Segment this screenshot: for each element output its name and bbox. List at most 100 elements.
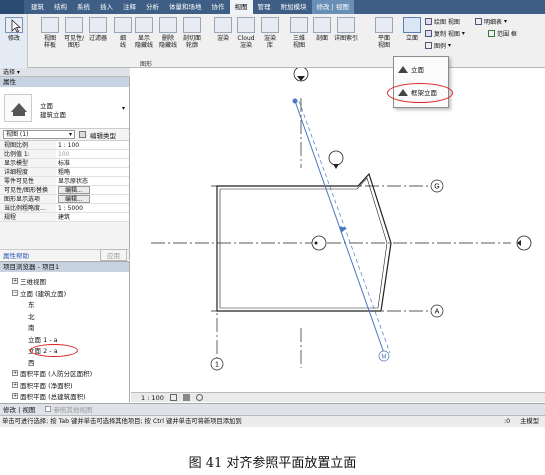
highlight-oval-menu — [387, 83, 453, 103]
legend-icon — [425, 42, 432, 49]
elevation-marker-center-dot — [314, 241, 318, 245]
property-value[interactable]: 编辑... — [56, 195, 129, 203]
browser-item[interactable]: 南 — [28, 322, 35, 332]
status-bar: 单击可进行选择; 按 Tab 键并单击可选择其他项目; 按 Ctrl 键并单击可… — [0, 415, 545, 427]
property-value[interactable]: 100 — [56, 150, 129, 158]
tab-8[interactable]: 视图 — [229, 0, 253, 14]
property-value[interactable]: 编辑... — [56, 186, 129, 194]
browser-item[interactable]: 西 — [28, 357, 35, 367]
tab-7[interactable]: 协作 — [207, 0, 230, 14]
edit-button[interactable]: 编辑... — [58, 195, 90, 203]
model-select[interactable]: 主模型 — [520, 416, 539, 427]
tab-10[interactable]: 附加模块 — [276, 0, 312, 14]
modify-button[interactable]: 修改 — [0, 17, 28, 61]
expand-icon[interactable]: + — [12, 393, 18, 399]
chevron-down-icon: ▾ — [68, 131, 72, 138]
expand-icon[interactable]: + — [12, 370, 18, 376]
duplicate-view-button[interactable]: 复制 视图 ▾ — [425, 29, 465, 38]
chevron-down-icon: ▾ — [461, 30, 465, 37]
tab-6[interactable]: 体量和场地 — [164, 0, 207, 14]
property-value[interactable]: 显示原状态 — [56, 177, 129, 185]
options-bar-context: 修改 | 视图 — [3, 406, 36, 414]
visual-style-icon[interactable] — [182, 394, 190, 401]
expand-icon[interactable]: + — [12, 278, 18, 284]
tab-4[interactable]: 注释 — [118, 0, 141, 14]
edit-type-button[interactable]: 编辑类型 — [90, 130, 116, 140]
schedules-button[interactable]: 明细表 ▾ — [475, 17, 507, 26]
duplicate-view-icon — [425, 30, 432, 37]
elevation-icon — [398, 65, 408, 73]
drafting-view-button[interactable]: 绘图 视图 — [425, 17, 460, 26]
ribbon-button-label: 视图 样板 — [43, 35, 56, 49]
ribbon-button-cut-profile[interactable]: 剖切面 轮廓 — [176, 17, 208, 61]
application-menu-button[interactable] — [0, 0, 24, 14]
checkbox-icon[interactable] — [45, 406, 52, 412]
ribbon-button-label: 渲染 库 — [263, 35, 276, 49]
visibility-graphics-icon — [65, 17, 83, 33]
browser-item[interactable]: 立面 1 - a — [28, 334, 58, 344]
property-row: 零件可见性 显示原状态 — [0, 177, 129, 186]
browser-item-label: 南 — [28, 324, 35, 332]
browser-item-label: 东 — [28, 301, 35, 309]
browser-item-label: 面积平面 (人防分区面积) — [20, 370, 93, 378]
tab-3[interactable]: 插入 — [95, 0, 118, 14]
collapse-icon[interactable]: − — [12, 289, 18, 296]
menu-item-elevation[interactable]: 立面 — [398, 64, 424, 74]
browser-item[interactable]: − 立面 (建筑立面) — [12, 288, 66, 298]
property-name: 零件可见性 — [0, 177, 56, 185]
scope-box-button[interactable]: 范围 框 — [488, 29, 517, 38]
property-row: 视图比例 1 : 100 — [0, 141, 129, 150]
browser-item[interactable]: + 面积平面 (总建筑面积) — [12, 391, 86, 401]
property-value[interactable]: 1 : 5000 — [56, 204, 129, 212]
floor-plan-canvas[interactable]: G A 1 M — [131, 66, 545, 392]
tab-1[interactable]: 结构 — [49, 0, 72, 14]
drawing-view[interactable]: G A 1 M — [131, 66, 545, 392]
view-scale[interactable]: 1 : 100 — [141, 393, 164, 402]
property-value[interactable]: 建筑 — [56, 213, 129, 221]
sun-path-icon[interactable] — [195, 394, 203, 401]
highlight-oval-browser — [30, 344, 78, 357]
selection-panel-label[interactable]: 选择 ▾ — [0, 68, 130, 77]
drafting-view-icon — [425, 18, 432, 25]
grid-label-1: 1 — [215, 362, 219, 369]
browser-item[interactable]: + 面积平面 (净面积) — [12, 380, 73, 390]
property-value[interactable]: 粗略 — [56, 168, 129, 176]
property-value[interactable]: 标准 — [56, 159, 129, 167]
properties-help-link[interactable]: 属性帮助 — [3, 250, 29, 260]
tab-2[interactable]: 系统 — [72, 0, 95, 14]
tab-0[interactable]: 建筑 — [26, 0, 49, 14]
instance-filter-select[interactable]: 视图 (1) ▾ — [3, 130, 75, 139]
elevation-marker-new[interactable] — [328, 150, 344, 166]
instance-filter-value: 视图 (1) — [6, 131, 29, 138]
apply-button[interactable]: 应用 — [100, 249, 127, 261]
tab-5[interactable]: 分析 — [141, 0, 164, 14]
schedule-icon — [475, 18, 482, 25]
type-selector[interactable]: 立面 建筑立面 ▾ — [0, 87, 129, 129]
browser-item[interactable]: + 三维视图 — [12, 276, 46, 286]
drafting-view-label: 绘图 视图 — [434, 19, 460, 26]
reference-other-view-option[interactable]: 参照其他视图 — [45, 404, 92, 415]
elevation-marker-center[interactable] — [311, 235, 327, 251]
ribbon: 修改 视图 样板 可见性/ 图形 过滤器 细 线 显示 隐藏线 删除 隐藏线 剖切面 轮廓 渲… — [0, 14, 545, 68]
edit-button[interactable]: 编辑... — [58, 186, 90, 194]
ribbon-button-render-gallery[interactable]: 渲染 库 — [254, 17, 286, 61]
ribbon-button-label: 剖面 — [315, 35, 328, 42]
wall-outline-outer[interactable] — [216, 172, 392, 312]
detail-level-icon[interactable] — [169, 394, 177, 401]
ribbon-button-elevation[interactable]: 立面 — [396, 17, 428, 61]
elevation-direction-arrow[interactable] — [339, 226, 347, 233]
property-value[interactable]: 1 : 100 — [56, 141, 129, 149]
browser-item[interactable]: + 面积平面 (人防分区面积) — [12, 368, 92, 378]
browser-item[interactable]: 北 — [28, 311, 35, 321]
ribbon-button-callout[interactable]: 详图索引 — [330, 17, 362, 61]
property-name: 可见性/图形替换 — [0, 186, 56, 194]
elevation-type-icon — [4, 94, 32, 122]
expand-icon[interactable]: + — [12, 381, 18, 388]
reference-plane-end-grip[interactable] — [292, 98, 298, 104]
tab-9[interactable]: 管理 — [253, 0, 276, 14]
tab-11[interactable]: 修改 | 视图 — [311, 0, 354, 14]
legends-button[interactable]: 图例 ▾ — [425, 41, 451, 50]
browser-item[interactable]: 东 — [28, 299, 35, 309]
property-row: 当比例粗略度... 1 : 5000 — [0, 204, 129, 213]
schedules-label: 明细表 — [484, 19, 503, 26]
